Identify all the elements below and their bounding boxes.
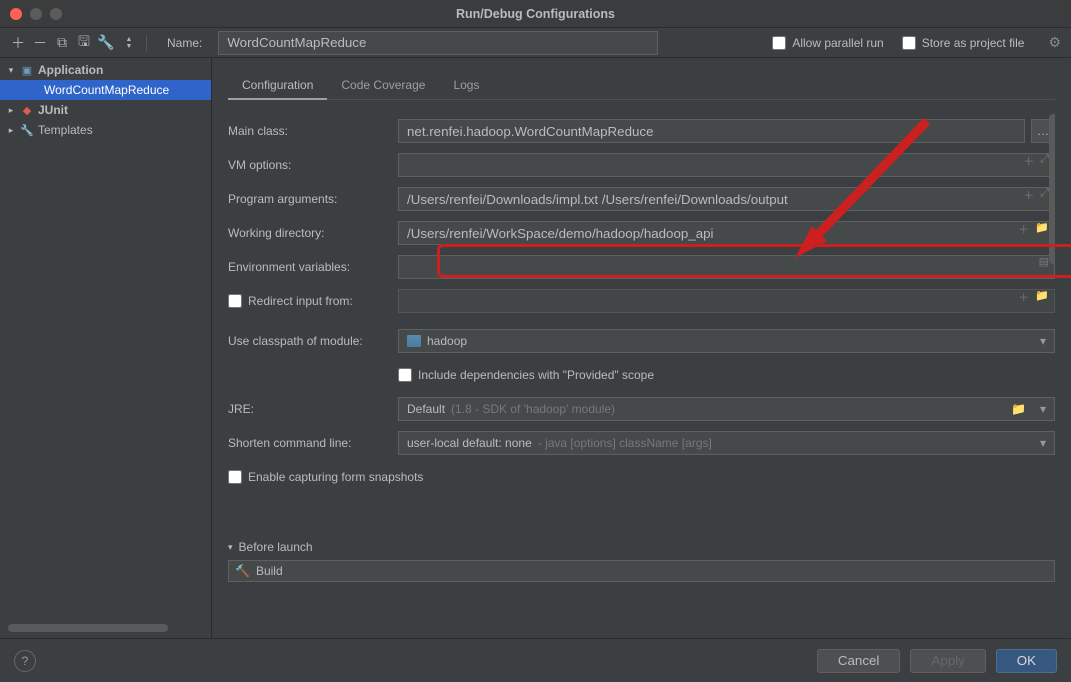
remove-config-icon[interactable]: － xyxy=(32,35,48,51)
shorten-hint: - java [options] className [args] xyxy=(538,436,712,450)
chevron-down-icon: ▾ xyxy=(228,542,233,553)
jre-select[interactable]: Default (1.8 - SDK of 'hadoop' module) 📁 xyxy=(398,397,1055,421)
vm-options-label: VM options: xyxy=(228,158,388,172)
before-launch-label: Before launch xyxy=(239,540,313,554)
include-provided-checkbox[interactable]: Include dependencies with "Provided" sco… xyxy=(398,368,654,382)
include-provided-label: Include dependencies with "Provided" sco… xyxy=(418,368,654,382)
build-label: Build xyxy=(256,564,283,578)
junit-icon: ◆ xyxy=(20,104,34,117)
config-tree: ▾ ▣ Application WordCountMapReduce ▸ ◆ J… xyxy=(0,58,212,638)
copy-config-icon[interactable]: ⧉ xyxy=(54,35,70,51)
close-window-icon[interactable] xyxy=(10,8,22,20)
maximize-window-icon[interactable] xyxy=(50,8,62,20)
before-launch-header[interactable]: ▾ Before launch xyxy=(228,536,1055,558)
chevron-right-icon: ▸ xyxy=(6,125,16,136)
jre-label: JRE: xyxy=(228,402,388,416)
tree-application-node[interactable]: ▾ ▣ Application xyxy=(0,60,211,80)
window-title: Run/Debug Configurations xyxy=(456,7,615,21)
main-class-label: Main class: xyxy=(228,124,388,138)
expand-icon[interactable]: ＋ xyxy=(1018,289,1029,305)
application-icon: ▣ xyxy=(20,64,34,77)
save-config-icon[interactable]: 🖫 xyxy=(76,35,92,51)
working-dir-input[interactable] xyxy=(398,221,1055,245)
allow-parallel-checkbox[interactable]: Allow parallel run xyxy=(772,36,883,50)
tab-label: Code Coverage xyxy=(341,78,425,92)
tab-logs[interactable]: Logs xyxy=(439,72,493,100)
classpath-value: hadoop xyxy=(427,334,467,348)
cancel-button[interactable]: Cancel xyxy=(817,649,901,673)
folder-icon[interactable]: 📁 xyxy=(1011,402,1026,416)
name-label: Name: xyxy=(167,36,202,50)
tree-templates-node[interactable]: ▸ 🔧 Templates xyxy=(0,120,211,140)
form-scrollbar[interactable] xyxy=(1047,114,1055,530)
chevron-right-icon: ▸ xyxy=(6,105,16,116)
bottom-bar: ? Cancel Apply OK xyxy=(0,638,1071,682)
jre-value: Default xyxy=(407,402,445,416)
module-icon xyxy=(407,335,421,347)
chevron-down-icon: ▾ xyxy=(6,65,16,76)
tree-label: Templates xyxy=(38,123,93,137)
program-args-label: Program arguments: xyxy=(228,192,388,206)
name-input[interactable] xyxy=(218,31,658,55)
button-label: OK xyxy=(1017,653,1036,668)
working-dir-label: Working directory: xyxy=(228,226,388,240)
vm-options-input[interactable] xyxy=(398,153,1055,177)
env-vars-input[interactable] xyxy=(398,255,1055,279)
expand-icon[interactable]: ＋ xyxy=(1023,153,1034,169)
shorten-value: user-local default: none xyxy=(407,436,532,450)
apply-button[interactable]: Apply xyxy=(910,649,985,673)
tree-label: Application xyxy=(38,63,103,77)
wrench-icon[interactable]: 🔧 xyxy=(98,35,114,51)
tab-coverage[interactable]: Code Coverage xyxy=(327,72,439,100)
minimize-window-icon[interactable] xyxy=(30,8,42,20)
store-project-label: Store as project file xyxy=(922,36,1025,50)
classpath-select[interactable]: hadoop xyxy=(398,329,1055,353)
gear-icon[interactable]: ⚙ xyxy=(1048,34,1061,51)
jre-hint: (1.8 - SDK of 'hadoop' module) xyxy=(451,402,615,416)
add-config-icon[interactable]: ＋ xyxy=(10,35,26,51)
expand-icon[interactable]: ＋ xyxy=(1023,187,1034,203)
move-up-down-icon[interactable]: ▲▼ xyxy=(120,35,136,51)
snapshots-label: Enable capturing form snapshots xyxy=(248,470,423,484)
tree-label: WordCountMapReduce xyxy=(44,83,169,97)
toolbar-separator xyxy=(146,35,147,51)
redirect-checkbox[interactable]: Redirect input from: xyxy=(228,294,388,308)
allow-parallel-label: Allow parallel run xyxy=(792,36,883,50)
content-panel: Configuration Code Coverage Logs Main cl… xyxy=(212,58,1071,638)
sidebar-hscrollbar[interactable] xyxy=(8,624,204,634)
env-vars-label: Environment variables: xyxy=(228,260,388,274)
tree-wordcount-node[interactable]: WordCountMapReduce xyxy=(0,80,211,100)
titlebar: Run/Debug Configurations xyxy=(0,0,1071,28)
classpath-label: Use classpath of module: xyxy=(228,334,388,348)
help-button[interactable]: ? xyxy=(14,650,36,672)
hammer-icon: 🔨 xyxy=(235,564,250,578)
toolbar: ＋ － ⧉ 🖫 🔧 ▲▼ Name: Allow parallel run St… xyxy=(0,28,1071,58)
redirect-input[interactable] xyxy=(398,289,1055,313)
tab-label: Logs xyxy=(453,78,479,92)
templates-icon: 🔧 xyxy=(20,124,34,137)
shorten-select[interactable]: user-local default: none - java [options… xyxy=(398,431,1055,455)
window-controls xyxy=(0,8,62,20)
tab-bar: Configuration Code Coverage Logs xyxy=(228,72,1055,100)
button-label: Apply xyxy=(931,653,964,668)
tree-junit-node[interactable]: ▸ ◆ JUnit xyxy=(0,100,211,120)
program-args-input[interactable] xyxy=(398,187,1055,211)
main-class-input[interactable] xyxy=(398,119,1025,143)
build-task-row[interactable]: 🔨 Build xyxy=(228,560,1055,582)
ok-button[interactable]: OK xyxy=(996,649,1057,673)
tree-label: JUnit xyxy=(38,103,68,117)
redirect-label: Redirect input from: xyxy=(248,294,353,308)
tab-configuration[interactable]: Configuration xyxy=(228,72,327,100)
button-label: Cancel xyxy=(838,653,880,668)
tab-label: Configuration xyxy=(242,78,313,92)
snapshots-checkbox[interactable]: Enable capturing form snapshots xyxy=(228,470,423,484)
expand-icon[interactable]: ＋ xyxy=(1018,221,1029,237)
shorten-label: Shorten command line: xyxy=(228,436,388,450)
store-project-checkbox[interactable]: Store as project file xyxy=(902,36,1025,50)
